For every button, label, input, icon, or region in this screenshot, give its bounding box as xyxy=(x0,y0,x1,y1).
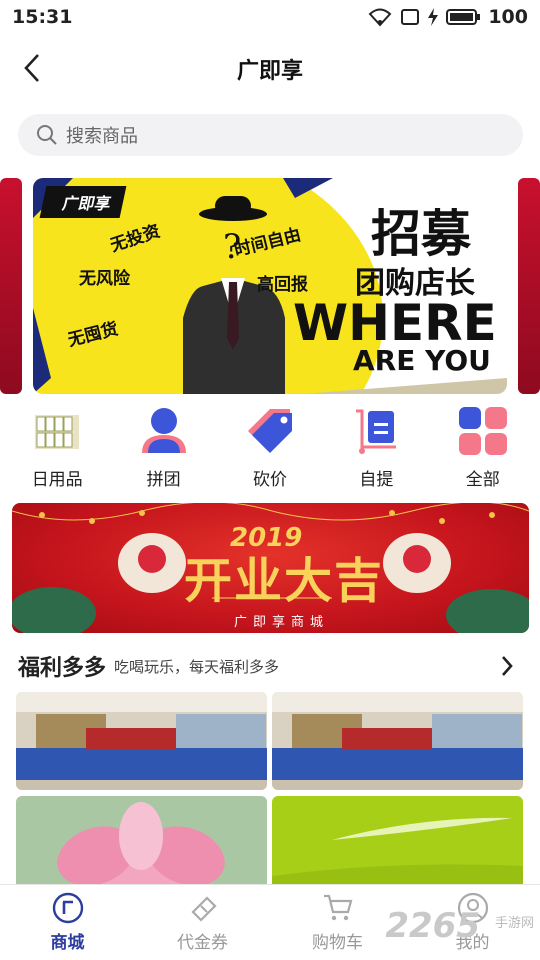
category-bargain[interactable]: 砍价 xyxy=(222,405,318,493)
status-bar: 15:31 100 xyxy=(0,0,540,34)
wifi-icon xyxy=(368,8,392,27)
group-buy-icon xyxy=(138,405,190,457)
section-more-button[interactable] xyxy=(493,652,521,680)
tab-cart[interactable]: 购物车 xyxy=(283,892,393,953)
cart-icon xyxy=(323,894,352,921)
chevron-right-icon xyxy=(502,656,513,676)
screen-icon xyxy=(401,9,420,25)
section-header: 福利多多 吃喝玩乐，每天福利多多 xyxy=(18,648,523,684)
promo-banner[interactable]: 2019 开业大吉 广即享商城 xyxy=(12,503,529,633)
all-grid-icon xyxy=(457,405,509,457)
category-daily-goods[interactable]: 日用品 xyxy=(9,405,105,493)
tab-label: 代金券 xyxy=(177,933,228,953)
tab-voucher[interactable]: 代金券 xyxy=(148,892,258,953)
banner-next-peek[interactable] xyxy=(518,178,540,394)
tab-label: 购物车 xyxy=(312,933,363,953)
product-card[interactable] xyxy=(272,796,523,894)
section-subtitle: 吃喝玩乐，每天福利多多 xyxy=(114,657,280,676)
battery-level: 100 xyxy=(488,6,528,28)
page-title: 广即享 xyxy=(236,59,303,84)
promo-subtitle: 广即享商城 xyxy=(234,615,330,630)
category-all[interactable]: 全部 xyxy=(435,405,531,493)
banner-tag: 高回报 xyxy=(257,275,308,295)
banner-logo: 广即享 xyxy=(39,186,127,218)
product-image xyxy=(16,796,267,894)
section-title: 福利多多 xyxy=(18,656,107,681)
category-self-pickup[interactable]: 自提 xyxy=(328,405,424,493)
search-icon xyxy=(37,125,57,145)
nav-bar: 广即享 xyxy=(0,34,540,104)
banner-headline: ARE YOU xyxy=(353,344,491,377)
recruit-banner[interactable]: ? 广即享 无投资 无风险 无囤货 时间自由 高回报 招募 团购店长 WHERE… xyxy=(33,178,507,394)
category-group-buy[interactable]: 拼团 xyxy=(116,405,212,493)
watermark-brand: 2265 xyxy=(385,906,480,946)
product-card[interactable] xyxy=(16,796,267,894)
status-icons: 100 xyxy=(368,6,528,28)
banner-carousel[interactable]: ? 广即享 无投资 无风险 无囤货 时间自由 高回报 招募 团购店长 WHERE… xyxy=(0,178,540,394)
search-input[interactable]: 搜索商品 xyxy=(18,114,523,156)
category-label: 全部 xyxy=(465,470,500,490)
status-time: 15:31 xyxy=(12,6,73,28)
tab-label: 商城 xyxy=(50,933,85,953)
product-card[interactable] xyxy=(272,692,523,790)
search-placeholder: 搜索商品 xyxy=(66,126,138,147)
banner-prev-peek[interactable] xyxy=(0,178,22,394)
charging-icon xyxy=(428,8,439,26)
category-label: 砍价 xyxy=(252,470,287,490)
mall-icon xyxy=(52,892,83,924)
category-label: 自提 xyxy=(359,470,394,490)
promo-headline: 开业大吉 xyxy=(184,553,385,609)
product-image xyxy=(272,692,523,790)
banner-tag: 无风险 xyxy=(79,269,130,289)
banner-headline: 招募 xyxy=(371,205,471,263)
voucher-icon xyxy=(190,896,217,922)
product-image xyxy=(272,796,523,894)
battery-icon xyxy=(446,9,481,25)
product-image xyxy=(16,692,267,790)
product-card[interactable] xyxy=(16,692,267,790)
category-row: 日用品 拼团 砍价 自提 全部 xyxy=(0,405,540,493)
bargain-tag-icon xyxy=(244,405,296,457)
self-pickup-icon xyxy=(350,405,402,457)
watermark-sub: 手游网 xyxy=(494,916,534,931)
chevron-left-icon xyxy=(24,54,39,82)
back-button[interactable] xyxy=(14,50,50,86)
category-label: 拼团 xyxy=(146,470,181,490)
category-label: 日用品 xyxy=(31,470,83,490)
tab-mall[interactable]: 商城 xyxy=(13,892,123,953)
daily-goods-icon xyxy=(31,405,83,457)
